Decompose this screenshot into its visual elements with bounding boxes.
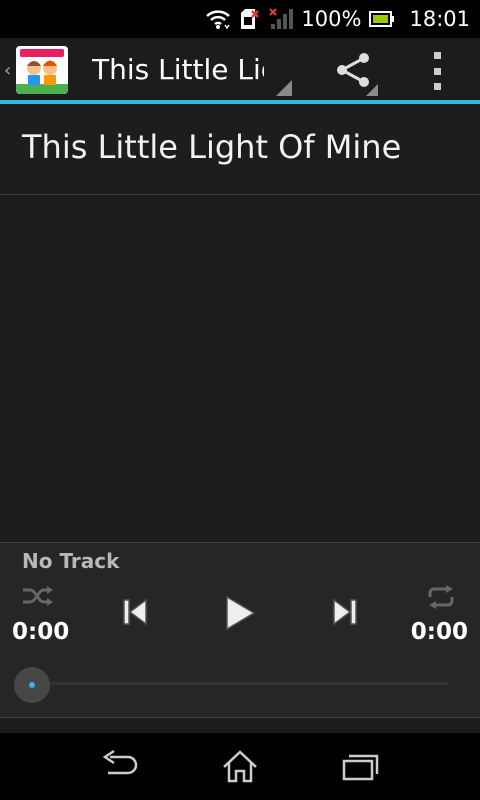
action-bar: ‹ This Little Light Of Mine (0, 38, 480, 100)
repeat-icon (428, 585, 454, 609)
app-icon[interactable] (16, 46, 68, 94)
media-player: No Track 0:00 0:00 (0, 542, 480, 718)
overflow-dot (433, 67, 441, 75)
song-title: This Little Light Of Mine (22, 128, 402, 166)
play-button[interactable] (224, 595, 256, 635)
overflow-menu-icon (433, 52, 441, 59)
play-icon (226, 595, 256, 631)
next-icon (333, 598, 357, 626)
previous-icon (123, 598, 147, 626)
navigation-bar (0, 733, 480, 800)
overflow-menu-button[interactable] (426, 52, 448, 90)
song-header: This Little Light Of Mine (0, 104, 480, 195)
spinner-indicator (276, 80, 292, 96)
overflow-dot (433, 83, 441, 90)
recent-apps-icon (342, 754, 379, 781)
seek-bar[interactable] (32, 682, 448, 685)
recent-apps-button[interactable] (340, 749, 380, 787)
action-bar-title[interactable]: This Little Light Of Mine (92, 50, 264, 90)
sim-error-icon (239, 7, 261, 31)
battery-percent: 100% (301, 7, 362, 31)
up-chevron-icon[interactable]: ‹ (4, 62, 11, 80)
share-dropdown-indicator (366, 84, 378, 96)
home-button[interactable] (220, 749, 260, 787)
previous-button[interactable] (122, 597, 148, 631)
shuffle-button[interactable] (22, 585, 54, 611)
repeat-button[interactable] (426, 585, 456, 613)
track-label: No Track (22, 549, 120, 573)
seek-bar-thumb[interactable] (14, 667, 50, 703)
elapsed-time: 0:00 (12, 619, 70, 645)
duration-time: 0:00 (410, 619, 468, 645)
shuffle-icon (23, 586, 53, 606)
clock: 18:01 (409, 7, 470, 31)
signal-icon (269, 8, 294, 30)
wifi-icon (205, 8, 231, 30)
back-button[interactable] (100, 749, 140, 787)
back-icon (102, 749, 138, 775)
home-icon (223, 750, 257, 783)
battery-icon (369, 11, 395, 27)
next-button[interactable] (332, 597, 358, 631)
status-bar: 100% 18:01 (0, 0, 480, 38)
